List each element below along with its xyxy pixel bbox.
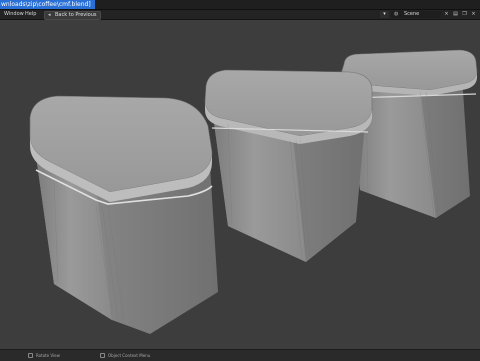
window-titlebar: wnloads\zip\coffee\cmf.blend] (0, 0, 480, 10)
canister-middle[interactable] (204, 69, 373, 262)
menu-window[interactable]: Window (4, 10, 24, 19)
scene-icon: ◍ (394, 11, 399, 17)
view-layer-icon[interactable]: ▤ (452, 11, 459, 18)
status-rotate-view: Rotate View (36, 353, 60, 358)
viewport-scene (29, 49, 478, 334)
statusbar: Rotate View Object Context Menu (0, 349, 480, 361)
window-title: wnloads\zip\coffee\cmf.blend] (0, 0, 95, 9)
close-icon[interactable]: × (443, 11, 450, 18)
3d-viewport[interactable] (0, 20, 480, 349)
mouse-right-icon (100, 353, 105, 358)
scene-selector-icon[interactable]: ▾ (380, 11, 389, 18)
canister-front[interactable] (29, 95, 218, 334)
arrow-left-icon: ◂ (48, 12, 51, 18)
mouse-left-icon (28, 353, 33, 358)
top-menubar: Window Help ◂ Back to Previous ▾ ◍ Scene… (0, 10, 480, 20)
status-context-menu: Object Context Menu (108, 353, 151, 358)
back-to-previous-label: Back to Previous (55, 12, 97, 18)
back-to-previous-button[interactable]: ◂ Back to Previous (44, 11, 102, 20)
close-icon[interactable]: × (470, 11, 477, 18)
scene-name-field[interactable]: ◍ Scene (391, 11, 441, 18)
scene-name: Scene (404, 11, 420, 17)
copy-icon[interactable]: ❐ (461, 11, 468, 18)
menu-help[interactable]: Help (25, 10, 36, 19)
